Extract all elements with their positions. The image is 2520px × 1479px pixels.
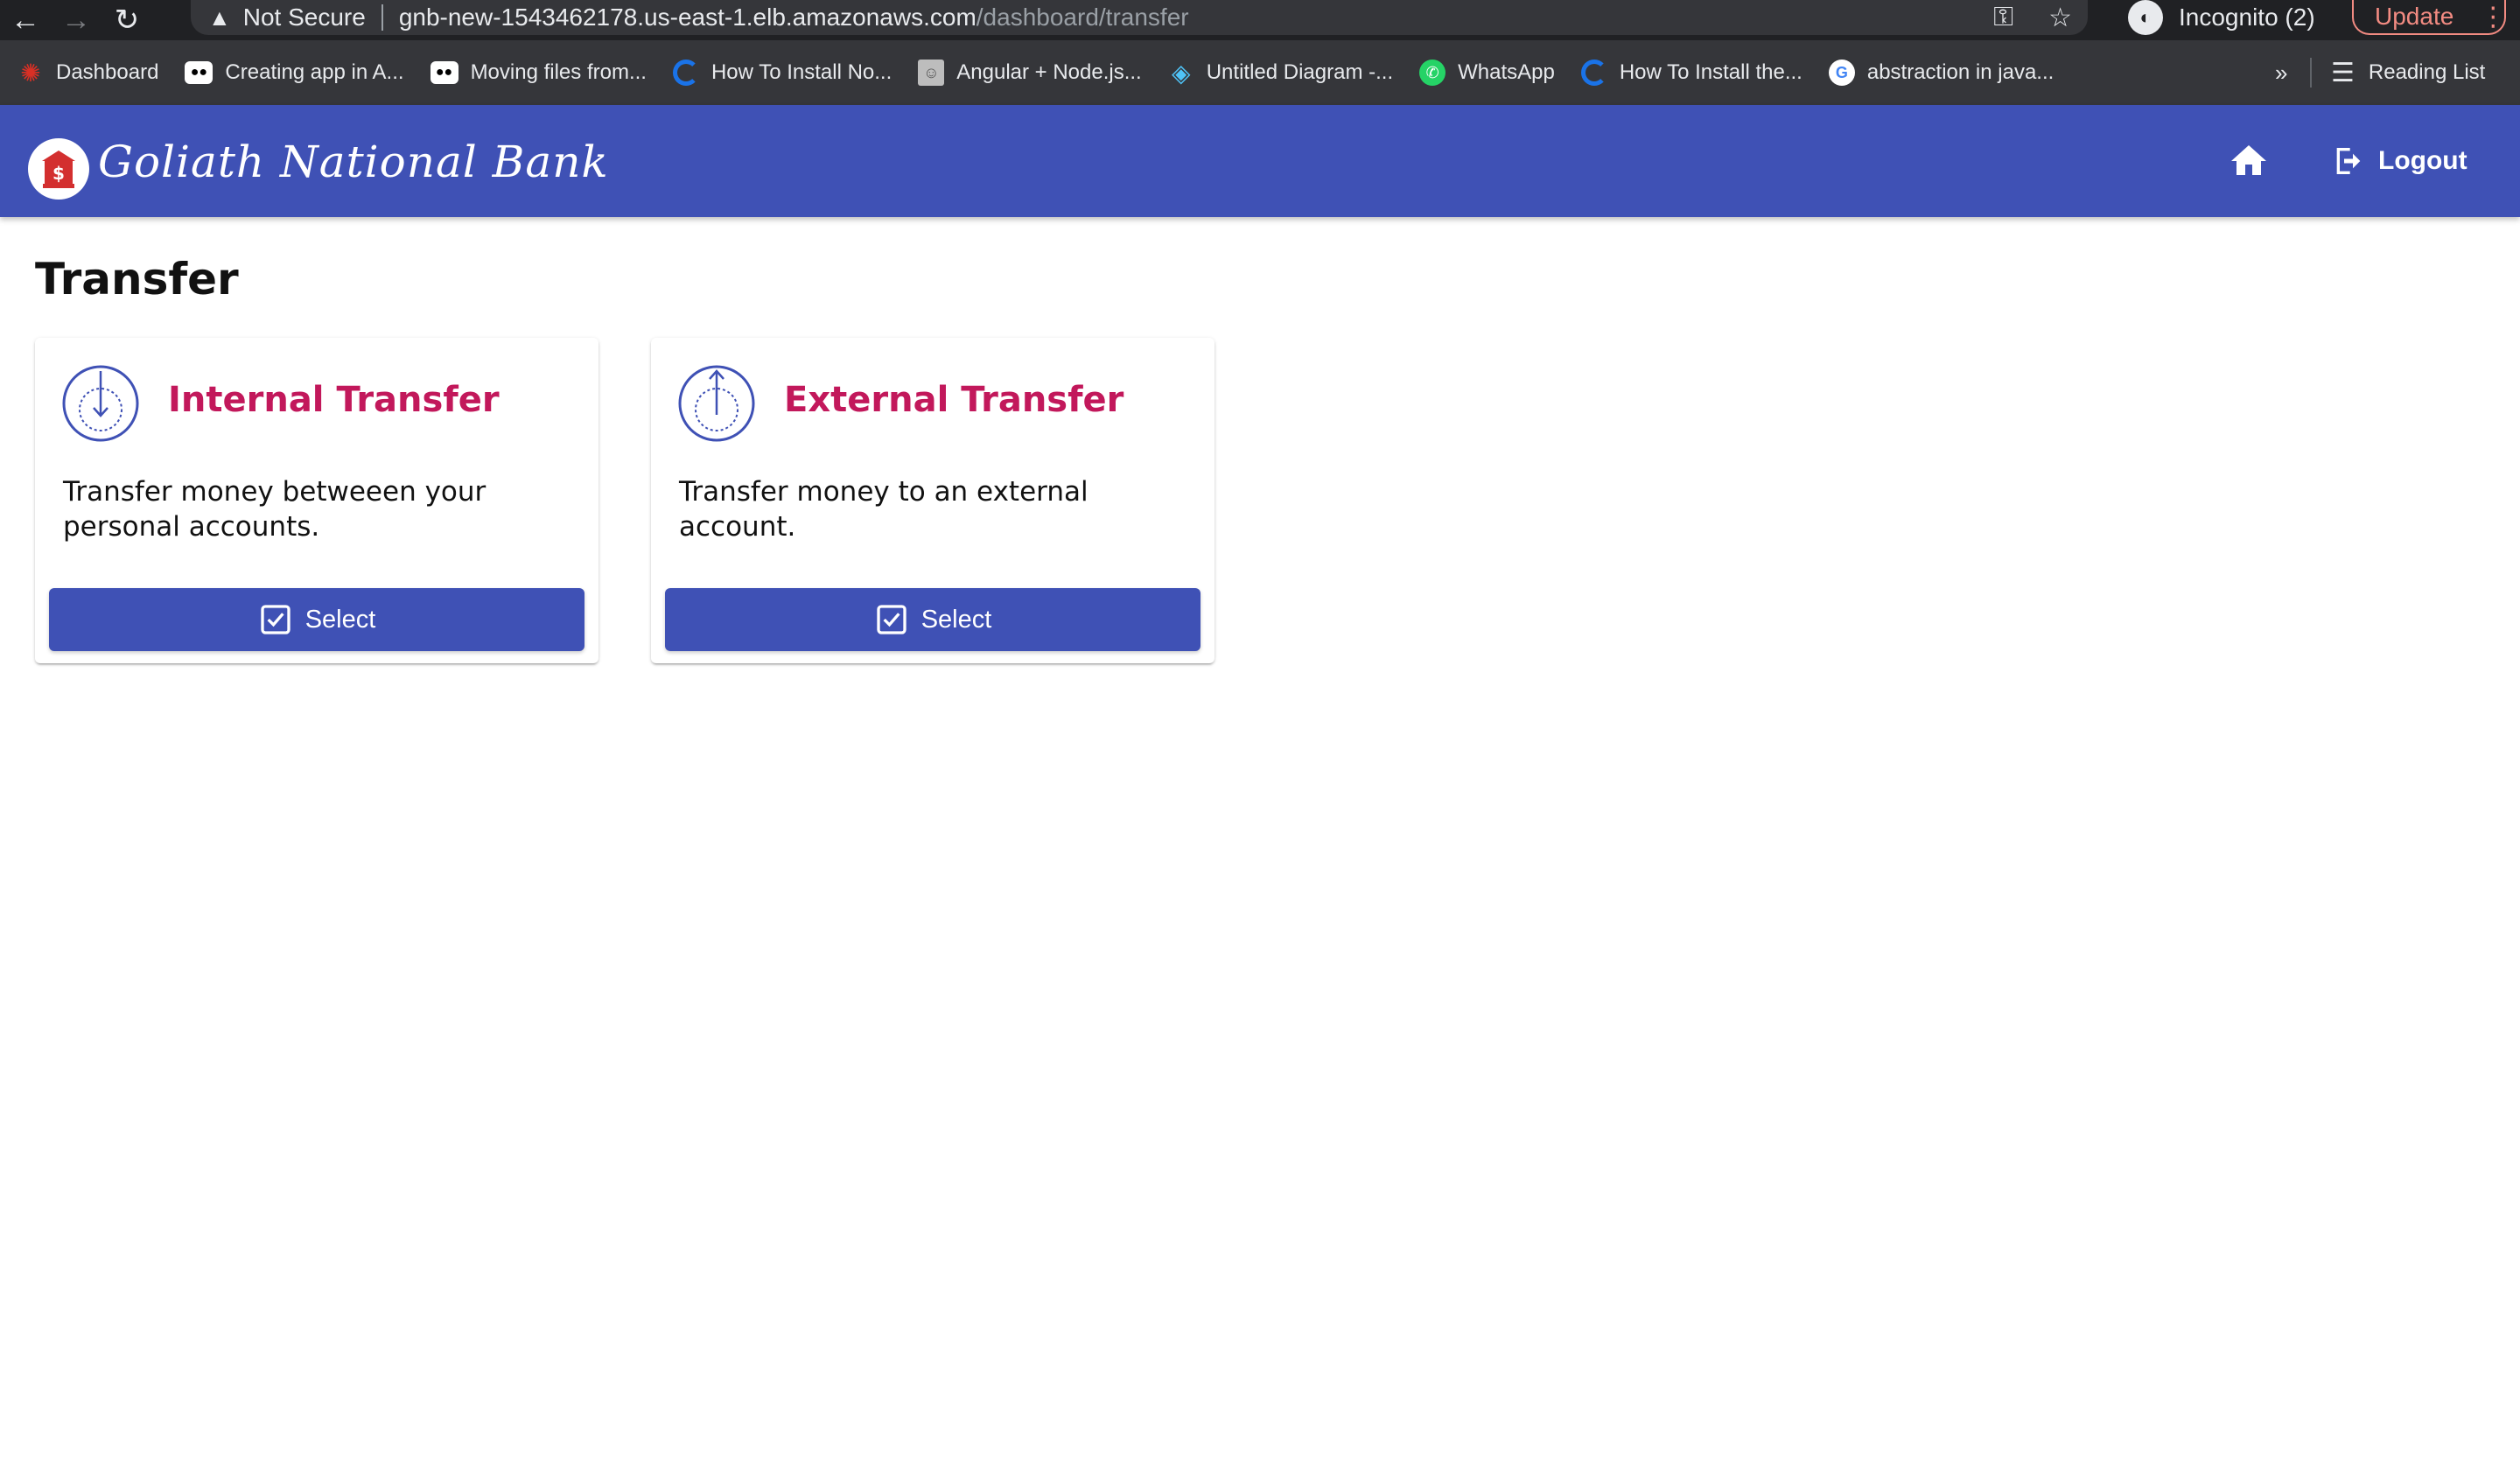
reading-list-button[interactable]: ☰ Reading List [2331,40,2485,105]
bookmark-label: Untitled Diagram -... [1206,60,1394,84]
warning-icon: ▲ [208,4,231,31]
bookmarks-bar: ✺ Dashboard ●● Creating app in A... ●● M… [0,40,2520,105]
digitalocean-icon [672,60,699,86]
google-icon: G [1828,60,1855,86]
checkbox-icon [261,605,290,634]
profile-label: Incognito (2) [2179,4,2315,31]
medium-icon: ●● [430,61,458,84]
reading-list-icon: ☰ [2331,58,2355,88]
gear-icon: ✺ [20,59,41,87]
app-toolbar: $ Goliath National Bank Logout [0,105,2520,217]
security-label: Not Secure [242,4,366,31]
bookmark-item[interactable]: ✺ Dashboard [18,59,159,87]
logout-button[interactable]: Logout [2331,138,2468,184]
home-button[interactable] [2226,140,2272,182]
bookmark-label: abstraction in java... [1866,60,2054,84]
bookmark-item[interactable]: How To Install No... [672,60,892,86]
select-label: Select [920,605,992,634]
medium-icon: ●● [185,61,214,84]
forward-button[interactable]: → [51,0,102,40]
digitalocean-icon [1580,60,1607,86]
download-icon [62,365,139,442]
bookmark-label: How To Install No... [710,60,892,84]
reload-icon: ↻ [114,4,140,37]
bookmark-item[interactable]: ✆ WhatsApp [1419,60,1555,86]
bookmark-label: Moving files from... [470,60,647,84]
home-icon [2231,145,2266,175]
more-bookmarks-button[interactable]: » [2275,40,2287,105]
key-icon[interactable]: ⚿ [1993,3,2013,32]
url-path: /dashboard/transfer [976,4,1189,31]
arrow-left-icon: ← [10,3,40,37]
divider [2310,58,2312,88]
diagram-icon: ◈ [1171,59,1191,87]
reload-button[interactable]: ↻ [102,0,152,40]
back-button[interactable]: ← [0,0,51,40]
external-transfer-card: External Transfer Transfer money to an e… [651,338,1214,663]
select-internal-button[interactable]: Select [49,588,584,651]
bookmark-label: Angular + Node.js... [956,60,1142,84]
more-vert-icon: ⋮ [2480,2,2507,32]
omnibox-actions: ⚿ ☆ [1993,0,2072,35]
bank-logo-icon[interactable]: $ [28,138,89,200]
bookmark-label: Dashboard [56,60,159,84]
svg-text:$: $ [52,163,65,184]
bookmark-item[interactable]: ☺ Angular + Node.js... [918,60,1142,86]
brand-name[interactable]: Goliath National Bank [98,137,609,187]
bookmark-label: WhatsApp [1458,60,1555,84]
card-description: Transfer money betweeen your personal ac… [63,476,486,543]
incognito-icon: ◐ [2128,0,2163,35]
url-host: gnb-new-1543462178.us-east-1.elb.amazona… [398,4,976,31]
card-description: Transfer money to an external account. [679,476,1088,543]
internal-transfer-card: Internal Transfer Transfer money betweee… [35,338,598,663]
bookmark-item[interactable]: ◈ Untitled Diagram -... [1168,59,1394,87]
avatar-icon: ☺ [918,60,945,86]
logout-icon [2336,148,2361,174]
profile-button[interactable]: ◐ Incognito (2) [2128,0,2315,35]
bookmark-label: How To Install the... [1619,60,1802,84]
star-icon[interactable]: ☆ [2048,3,2072,33]
browser-toolbar: ← → ↻ ▲ Not Secure gnb-new-1543462178.us… [0,0,2520,40]
whatsapp-icon: ✆ [1419,60,1446,86]
logout-label: Logout [2378,146,2468,175]
bookmark-item[interactable]: How To Install the... [1580,60,1802,86]
select-external-button[interactable]: Select [665,588,1200,651]
bookmark-item[interactable]: ●● Creating app in A... [185,60,404,85]
arrow-right-icon: → [61,3,91,37]
reading-list-label: Reading List [2368,60,2486,84]
page-title: Transfer [35,254,239,305]
select-label: Select [304,605,376,634]
update-button[interactable]: Update ⋮ [2352,0,2506,35]
bookmark-item[interactable]: G abstraction in java... [1828,60,2054,86]
address-bar[interactable]: ▲ Not Secure gnb-new-1543462178.us-east-… [191,0,2088,35]
card-title: Internal Transfer [168,380,500,420]
checkbox-icon [877,605,906,634]
bookmark-label: Creating app in A... [225,60,404,84]
upload-icon [678,365,755,442]
bookmark-item[interactable]: ●● Moving files from... [430,60,647,85]
divider [381,4,383,31]
card-title: External Transfer [784,380,1124,420]
update-label: Update [2375,3,2454,30]
